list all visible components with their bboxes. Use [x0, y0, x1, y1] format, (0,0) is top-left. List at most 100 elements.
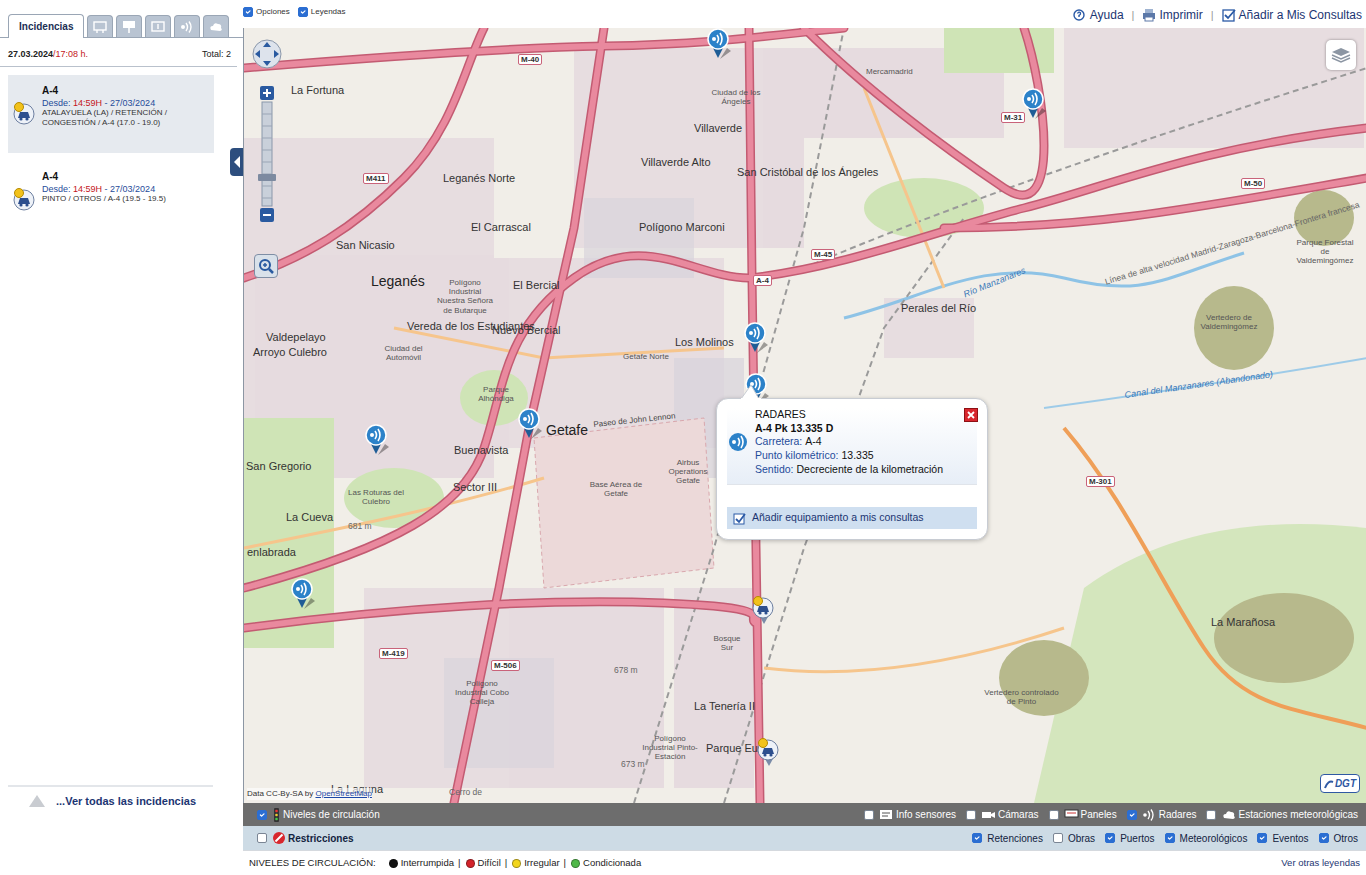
layer-toggle[interactable]: Niveles de circulación	[257, 807, 380, 822]
radar-icon	[1142, 808, 1157, 822]
printer-icon	[1142, 8, 1156, 22]
more-legends-link[interactable]: Ver otras leyendas	[1281, 856, 1360, 870]
tab-label[interactable]: Incidencias	[19, 19, 73, 34]
toolbar-link[interactable]: Añadir a Mis Consultas	[1222, 6, 1362, 24]
timestamp: 27.03.2024/17:08 h.	[8, 48, 88, 62]
filter-check[interactable]	[1319, 833, 1329, 843]
filter-toggle[interactable]: Retenciones	[972, 831, 1043, 846]
attribution-link[interactable]: OpenStreetMap	[315, 789, 371, 798]
layer-check[interactable]	[966, 810, 976, 820]
layer-check[interactable]	[1049, 810, 1059, 820]
add-equipment-text[interactable]: Añadir equipamiento a mis consultas	[752, 510, 924, 526]
layer-label[interactable]: Niveles de circulación	[283, 807, 380, 822]
add-equipment-button[interactable]: Añadir equipamiento a mis consultas	[727, 507, 977, 529]
filter-check[interactable]	[972, 833, 982, 843]
filter-check[interactable]	[257, 833, 267, 843]
see-all-link[interactable]: ...Ver todas las incidencias	[8, 785, 213, 875]
sidebar-tab[interactable]: Incidencias	[8, 14, 84, 38]
map-label: Leganés Norte	[443, 172, 515, 185]
layer-label[interactable]: Info sensores	[896, 807, 956, 822]
filter-label[interactable]: Otros	[1334, 831, 1358, 846]
sidebar-tab[interactable]	[145, 15, 171, 37]
tab-icon-slot	[121, 20, 137, 34]
filter-label[interactable]: Restricciones	[288, 831, 354, 846]
option-check[interactable]	[298, 7, 308, 17]
sidebar-tab[interactable]	[203, 15, 229, 37]
radar-pin-icon[interactable]	[743, 322, 769, 354]
incident-item[interactable]: A-4Desde: 14:59H - 27/03/2024PINTO / OTR…	[8, 161, 214, 239]
layer-label[interactable]: Estaciones meteorológicas	[1238, 807, 1358, 822]
sidebar-tab[interactable]	[174, 15, 200, 37]
see-all-text[interactable]: ...Ver todas las incidencias	[56, 793, 196, 810]
incident-pin-icon[interactable]	[756, 737, 782, 769]
filter-toggle[interactable]: Meteorológicos	[1165, 831, 1248, 846]
filter-toggle[interactable]: Puertos	[1105, 831, 1154, 846]
filter-check[interactable]	[1165, 833, 1175, 843]
radar-pin-icon[interactable]	[290, 578, 316, 610]
layer-check[interactable]	[1206, 810, 1216, 820]
map-label: Leganés	[371, 273, 425, 289]
layer-label[interactable]: Paneles	[1081, 807, 1117, 822]
time-text: /17:08 h.	[53, 49, 88, 59]
filter-check[interactable]	[1257, 833, 1267, 843]
filter-label[interactable]: Obras	[1068, 831, 1095, 846]
field-value: A-4	[805, 435, 821, 447]
sidebar-tab[interactable]	[87, 15, 113, 37]
zoom-control-icon[interactable]	[252, 34, 282, 224]
incident-pin-icon[interactable]	[751, 595, 777, 627]
field-label: Punto kilométrico:	[755, 449, 838, 461]
option-checkbox[interactable]: Leyendas	[298, 6, 346, 18]
link-separator: |	[1211, 7, 1214, 24]
layer-check[interactable]	[864, 810, 874, 820]
map-canvas[interactable]: La FortunaLeganés NorteEl CarrascalSan N…	[243, 28, 1366, 803]
map-label: Base Aérea de Getafe	[586, 480, 646, 498]
option-label[interactable]: Leyendas	[311, 6, 346, 18]
layer-toggle[interactable]: Info sensores	[864, 807, 956, 822]
close-button[interactable]	[964, 408, 978, 422]
filter-label[interactable]: Meteorológicos	[1180, 831, 1248, 846]
add-query-icon	[733, 512, 746, 525]
option-label[interactable]: Opciones	[256, 6, 290, 18]
radar-pin-icon[interactable]	[364, 424, 390, 456]
toolbar-link-text[interactable]: Imprimir	[1159, 6, 1202, 24]
filter-toggle[interactable]: Restricciones	[257, 831, 354, 846]
map-label: Arroyo Culebro	[253, 346, 327, 359]
layer-toggle[interactable]: Estaciones meteorológicas	[1206, 807, 1358, 822]
toolbar-link[interactable]: Imprimir	[1142, 6, 1202, 24]
sidebar-tab[interactable]	[116, 15, 142, 37]
layer-check[interactable]	[257, 810, 267, 820]
toolbar-link-text[interactable]: Ayuda	[1090, 6, 1124, 24]
layer-toggle[interactable]: Paneles	[1049, 807, 1117, 822]
radar-pin-icon[interactable]	[517, 408, 543, 440]
map-label: Los Molinos	[675, 336, 734, 349]
layers-button[interactable]	[1326, 40, 1356, 70]
date-row: 27.03.2024/17:08 h.Total: 2	[0, 38, 237, 67]
filter-label[interactable]: Retenciones	[987, 831, 1043, 846]
filter-label[interactable]: Puertos	[1120, 831, 1154, 846]
toolbar-link-text[interactable]: Añadir a Mis Consultas	[1239, 6, 1362, 24]
layer-check[interactable]	[1127, 810, 1137, 820]
filter-toggle[interactable]: Obras	[1053, 831, 1095, 846]
filter-label[interactable]: Eventos	[1272, 831, 1308, 846]
radar-popup: RADARESA-4 Pk 13.335 DCarretera:A-4Punto…	[716, 398, 988, 540]
radar-pin-icon[interactable]	[1021, 88, 1047, 120]
tab-icon-slot	[150, 20, 166, 34]
filter-toggle[interactable]: Otros	[1319, 831, 1358, 846]
incident-item[interactable]: A-4Desde: 14:59H - 27/03/2024ATALAYUELA …	[8, 75, 214, 153]
collapse-sidebar-button[interactable]	[230, 148, 243, 176]
filter-toggle[interactable]: Eventos	[1257, 831, 1308, 846]
option-checkbox[interactable]: Opciones	[243, 6, 290, 18]
layer-label[interactable]: Cámaras	[998, 807, 1039, 822]
option-check[interactable]	[243, 7, 253, 17]
map-label: El Bercial	[513, 279, 559, 292]
layer-label[interactable]: Radares	[1159, 807, 1197, 822]
filter-check[interactable]	[1053, 833, 1063, 843]
layer-toggle[interactable]: Cámaras	[966, 807, 1039, 822]
map-label: Las Roturas del Culebro	[341, 488, 411, 506]
toolbar-link[interactable]: Ayuda	[1073, 6, 1124, 24]
filter-check[interactable]	[1105, 833, 1115, 843]
layer-toggle[interactable]: Radares	[1127, 807, 1197, 822]
zoom-box-button[interactable]	[254, 254, 278, 278]
radar-pin-icon[interactable]	[706, 28, 732, 60]
toolbar-links: Ayuda|Imprimir|Añadir a Mis Consultas	[1073, 6, 1362, 24]
